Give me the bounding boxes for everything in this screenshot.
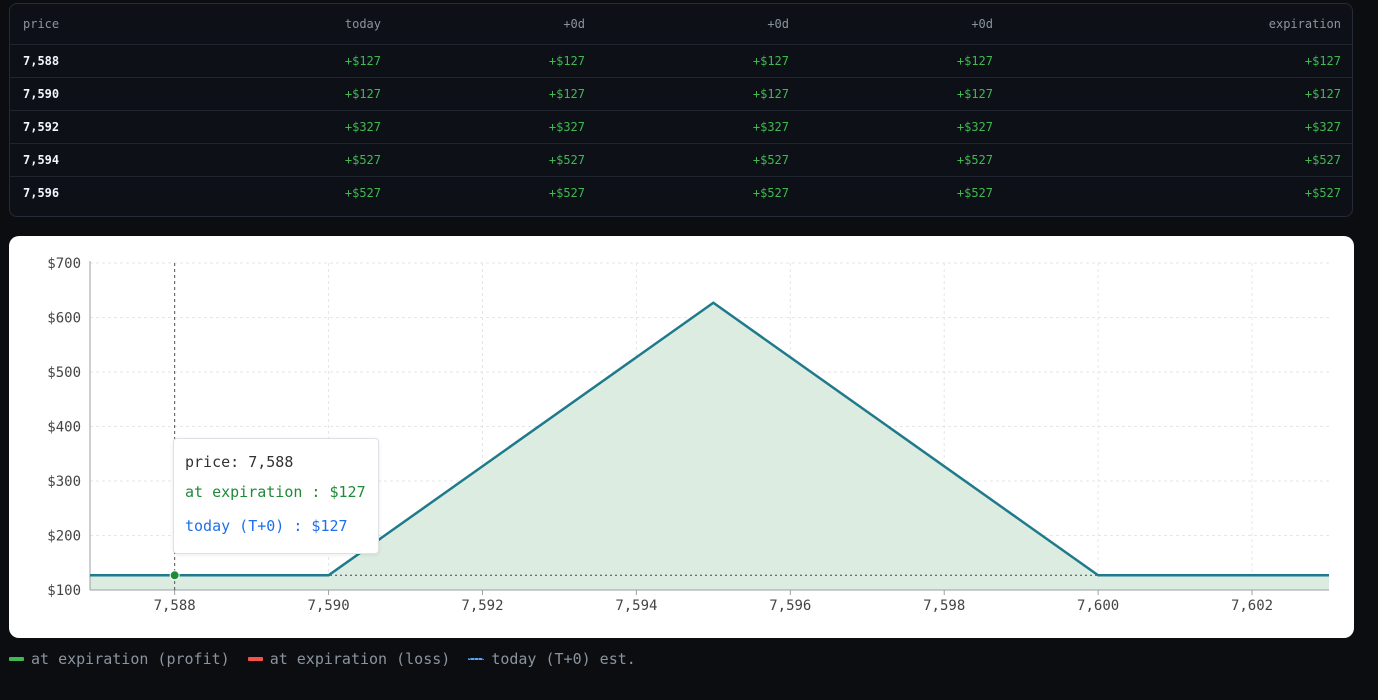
cell-today: +$127 <box>190 77 394 111</box>
column-header-expiration: expiration <box>1006 4 1352 45</box>
x-tick-label: 7,588 <box>154 598 196 614</box>
hover-point <box>169 570 180 581</box>
payoff-chart-panel: $100 $200 $300 $400 $500 $600 $700 7,588 7,590 7,… <box>9 236 1354 638</box>
cell-price: 7,592 <box>10 110 190 144</box>
x-tick-label: 7,596 <box>769 598 811 614</box>
cell-day-3: +$127 <box>802 44 1006 78</box>
legend-item-today: today (T+0) est. <box>468 650 636 668</box>
cell-day-1: +$527 <box>394 143 598 177</box>
x-tick-label: 7,598 <box>923 598 965 614</box>
table-header-row: price today +0d +0d +0d expiration <box>10 4 1352 45</box>
cell-day-2: +$527 <box>598 143 802 177</box>
table-row: 7,594 +$527 +$527 +$527 +$527 +$527 <box>10 143 1352 177</box>
column-header-day-1: +0d <box>394 4 598 45</box>
tooltip-today-value: today (T+0) : $127 <box>185 517 348 535</box>
cell-price: 7,596 <box>23 186 60 200</box>
column-header-today: today <box>190 4 394 45</box>
table-row: 7,596 +$527 +$527 +$527 +$527 +$527 <box>10 177 1352 210</box>
cell-day-1: +$127 <box>394 77 598 111</box>
tooltip-price: price: 7,588 <box>185 453 294 471</box>
legend-label-loss: at expiration (loss) <box>269 650 451 668</box>
tooltip-expiration-value: at expiration : $127 <box>185 483 366 501</box>
chart-legend: at expiration (profit) at expiration (lo… <box>9 649 654 669</box>
cell-today: +$527 <box>344 186 381 200</box>
cell-day-2: +$127 <box>598 77 802 111</box>
x-tick-label: 7,592 <box>461 598 503 614</box>
table-row: 7,592 +$327 +$327 +$327 +$327 +$327 <box>10 110 1352 144</box>
table-row: 7,588 +$127 +$127 +$127 +$127 +$127 <box>10 44 1352 78</box>
cell-today: +$527 <box>190 143 394 177</box>
y-tick-label: $200 <box>47 529 81 545</box>
column-header-day-2: +0d <box>598 4 802 45</box>
cell-day-3: +$127 <box>802 77 1006 111</box>
cell-day-1: +$327 <box>394 110 598 144</box>
cell-today: +$327 <box>190 110 394 144</box>
x-tick-label: 7,602 <box>1231 598 1273 614</box>
x-tick-label: 7,590 <box>307 598 349 614</box>
y-tick-label: $700 <box>47 256 81 272</box>
y-tick-label: $500 <box>47 365 81 381</box>
cell-price: 7,594 <box>10 143 190 177</box>
chart-tooltip: price: 7,588 at expiration : $127 today … <box>173 438 379 554</box>
cell-day-1: +$527 <box>548 186 585 200</box>
y-tick-label: $400 <box>47 420 81 436</box>
cell-day-2: +$327 <box>598 110 802 144</box>
payoff-chart[interactable]: $100 $200 $300 $400 $500 $600 $700 7,588 7,590 7,… <box>9 236 1354 638</box>
legend-swatch-profit <box>9 657 24 661</box>
cell-expiration: +$127 <box>1006 44 1352 78</box>
legend-swatch-loss <box>247 657 263 661</box>
y-tick-label: $300 <box>47 474 81 490</box>
cell-day-3: +$527 <box>956 186 993 200</box>
y-tick-label: $600 <box>47 311 81 327</box>
x-tick-label: 7,594 <box>615 598 657 614</box>
legend-label-profit: at expiration (profit) <box>31 650 230 668</box>
pnl-table-panel: price today +0d +0d +0d expiration 7,588… <box>9 3 1353 217</box>
column-header-day-3: +0d <box>802 4 1006 45</box>
y-tick-label: $100 <box>47 583 81 599</box>
cell-day-3: +$527 <box>802 143 1006 177</box>
cell-expiration: +$127 <box>1006 77 1352 111</box>
cell-day-1: +$127 <box>394 44 598 78</box>
cell-day-3: +$327 <box>802 110 1006 144</box>
column-header-price: price <box>10 4 190 45</box>
pnl-table: price today +0d +0d +0d expiration 7,588… <box>10 4 1352 210</box>
x-tick-label: 7,600 <box>1077 598 1119 614</box>
legend-item-loss: at expiration (loss) <box>247 650 451 668</box>
cell-price: 7,590 <box>10 77 190 111</box>
cell-price: 7,588 <box>10 44 190 78</box>
cell-expiration: +$527 <box>1304 186 1341 200</box>
cell-expiration: +$327 <box>1006 110 1352 144</box>
cell-today: +$127 <box>190 44 394 78</box>
cell-expiration: +$527 <box>1006 143 1352 177</box>
legend-label-today: today (T+0) est. <box>491 650 636 668</box>
cell-day-2: +$527 <box>752 186 789 200</box>
legend-item-profit: at expiration (profit) <box>9 650 230 668</box>
cell-day-2: +$127 <box>598 44 802 78</box>
table-row: 7,590 +$127 +$127 +$127 +$127 +$127 <box>10 77 1352 111</box>
legend-swatch-today <box>468 658 485 660</box>
